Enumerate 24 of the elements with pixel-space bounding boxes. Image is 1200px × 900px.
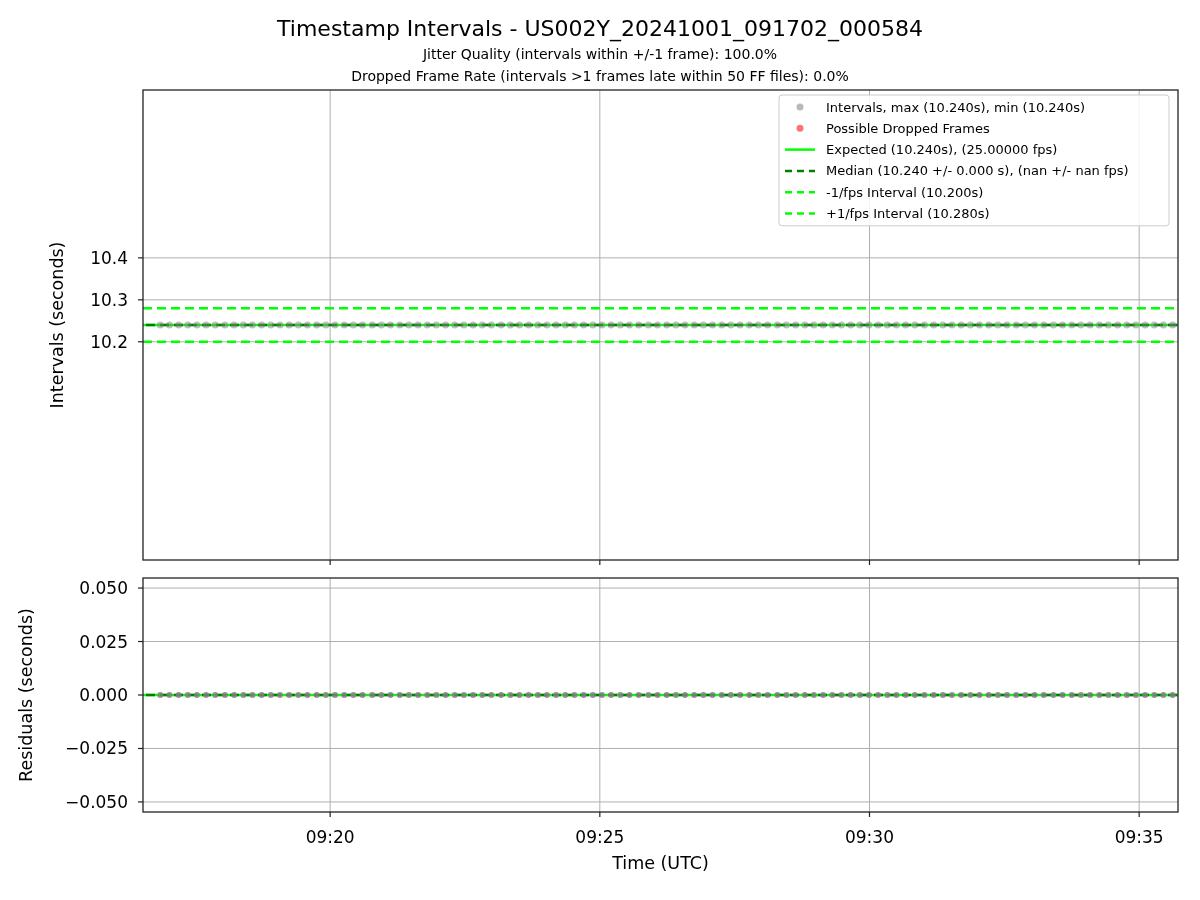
figure-subtitle: Jitter Quality (intervals within +/-1 frame): 100.0% — [422, 45, 778, 64]
legend-label: -1/fps Interval (10.200s) — [826, 184, 984, 200]
tick-label: −0.025 — [65, 738, 128, 759]
tick-label: 09:35 — [1114, 827, 1164, 847]
figure-subtitle: Dropped Frame Rate (intervals >1 frames late within 50 FF files): 0.0% — [351, 67, 849, 86]
legend-label: Possible Dropped Frames — [826, 120, 990, 136]
axis-title: Time (UTC) — [612, 853, 709, 873]
tick-label: −0.050 — [65, 791, 128, 812]
tick-label: 09:25 — [575, 827, 625, 847]
legend-label: Intervals, max (10.240s), min (10.240s) — [826, 99, 1085, 115]
axis-title: Intervals (seconds) — [47, 241, 67, 409]
legend-label: Expected (10.240s), (25.00000 fps) — [826, 142, 1058, 158]
tick-label: 0.025 — [79, 631, 128, 652]
tick-label: 0.000 — [79, 685, 128, 705]
tick-label: 09:30 — [845, 827, 894, 847]
figure-title: Timestamp Intervals - US002Y_20241001_091702_000584 — [277, 15, 923, 43]
tick-label: 10.4 — [90, 247, 128, 268]
legend-label: Median (10.240 +/- 0.000 s), (nan +/- nan fps) — [826, 163, 1129, 179]
tick-label: 10.2 — [90, 331, 128, 352]
tick-label: 10.3 — [90, 289, 128, 310]
tick-label: 0.050 — [79, 578, 128, 599]
tick-label: 09:20 — [305, 827, 355, 847]
axis-title: Residuals (seconds) — [16, 608, 36, 782]
legend-label: +1/fps Interval (10.280s) — [826, 206, 990, 221]
